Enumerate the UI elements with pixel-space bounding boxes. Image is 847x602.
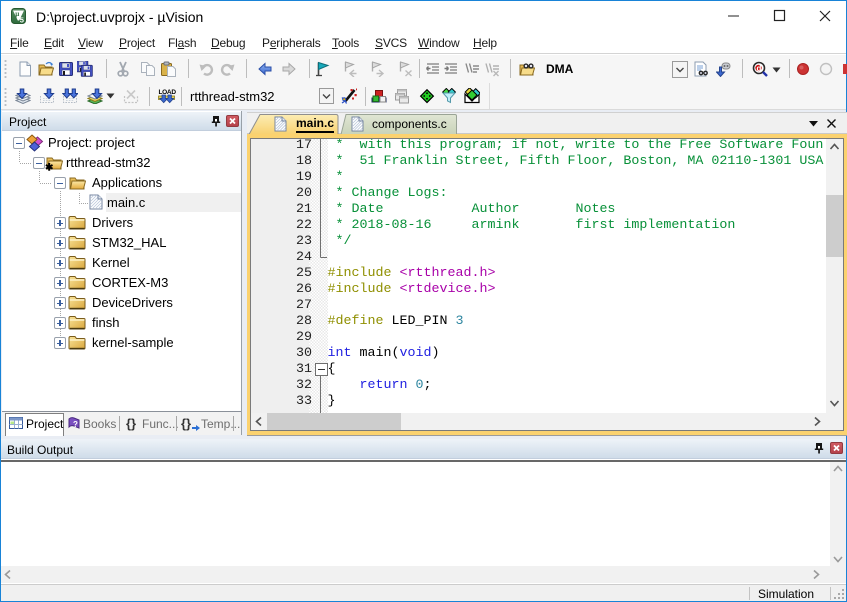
svg-text:✱: ✱ [45,163,54,172]
svg-text:LOAD: LOAD [159,89,177,96]
svg-text:d: d [757,64,762,73]
svg-text:?: ? [73,420,78,429]
svg-text:µ: µ [15,10,19,18]
svg-text:5: 5 [20,16,24,25]
